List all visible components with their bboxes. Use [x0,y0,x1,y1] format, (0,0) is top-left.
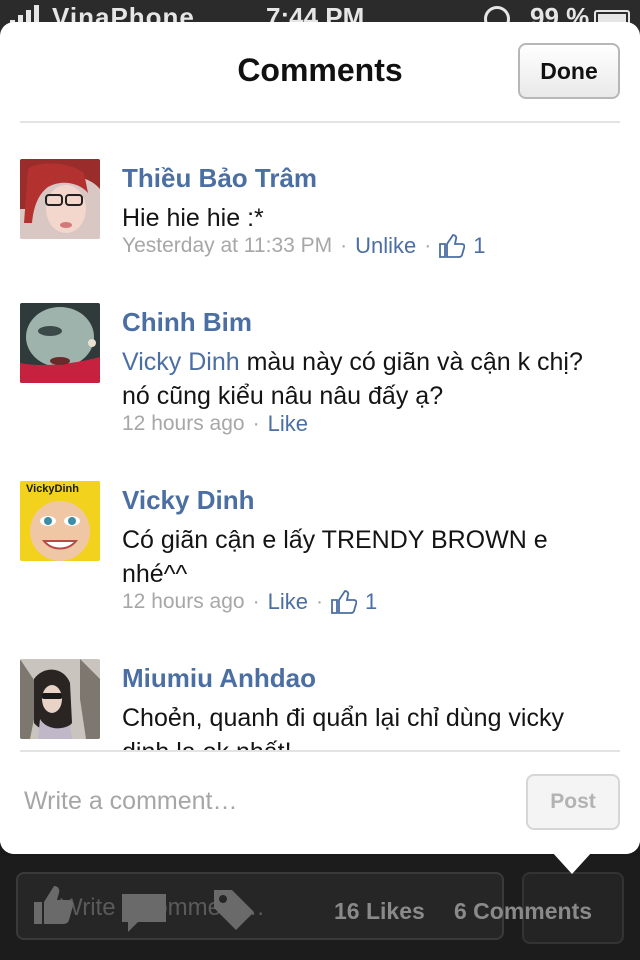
comment-text: Có giãn cận e lấy TRENDY BROWN e nhé^^ [122,523,612,591]
comment-time: 12 hours ago [122,590,245,613]
avatar[interactable] [20,159,100,239]
comment-text-content: Choẻn, quanh đi quẩn lại chỉ dùng vicky … [122,704,564,751]
comment-meta: Yesterday at 11:33 PM · Unlike · 1 [122,233,486,259]
comment-text-content: Có giãn cận e lấy TRENDY BROWN e nhé^^ [122,526,548,588]
likes-count[interactable]: 16 Likes [334,898,425,925]
comment-text: Choẻn, quanh đi quẩn lại chỉ dùng vicky … [122,701,612,751]
comment-author[interactable]: Vicky Dinh [122,485,254,516]
mention-link[interactable]: Vicky Dinh [122,348,240,376]
comment-text: Vicky Dinh màu này có giãn và cận k chị?… [122,345,612,413]
comments-count[interactable]: 6 Comments [454,898,592,925]
separator: · [252,590,260,613]
like-thumb-icon [331,590,358,614]
comment-item: Miumiu Anhdao Choẻn, quanh đi quẩn lại c… [0,659,640,751]
tag-icon[interactable] [210,886,256,937]
done-button[interactable]: Done [518,43,620,99]
comment-author[interactable]: Thiều Bảo Trâm [122,163,317,194]
like-count[interactable]: 1 [473,233,485,259]
avatar[interactable]: VickyDinh [20,481,100,561]
avatar[interactable] [20,303,100,383]
like-count[interactable]: 1 [365,589,377,615]
separator: · [340,234,348,257]
like-thumb-icon[interactable] [30,882,76,933]
comment-author[interactable]: Miumiu Anhdao [122,663,316,694]
comment-meta: 12 hours ago · Like [122,411,308,437]
post-button[interactable]: Post [526,774,620,830]
popup-header: Comments Done [0,22,640,122]
unlike-link[interactable]: Unlike [355,233,416,259]
comment-meta: 12 hours ago · Like · 1 [122,589,377,615]
separator: · [424,234,432,257]
like-link[interactable]: Like [268,589,308,615]
comment-author[interactable]: Chinh Bim [122,307,252,338]
popup-pointer [552,852,592,874]
comment-item: Chinh Bim Vicky Dinh màu này có giãn và … [0,303,640,473]
comment-item: VickyDinh Vicky Dinh Có giãn cận e lấy T… [0,481,640,651]
separator: · [315,590,323,613]
comment-time: 12 hours ago [122,412,245,435]
like-thumb-icon [439,234,466,258]
comment-item: Thiều Bảo Trâm Hie hie hie :* Yesterday … [0,159,640,289]
avatar-logo-text: VickyDinh [26,483,79,495]
bottom-toolbar: Write a comment… 16 Likes 6 Comments [0,856,640,960]
comment-text-content: Hie hie hie :* [122,204,264,232]
separator: · [252,412,260,435]
comment-bubble-icon[interactable] [120,892,168,939]
comment-time: Yesterday at 11:33 PM [122,234,333,257]
avatar[interactable] [20,659,100,739]
comment-list[interactable]: Thiều Bảo Trâm Hie hie hie :* Yesterday … [0,123,640,751]
like-link[interactable]: Like [268,411,308,437]
comments-popup: Comments Done Thiều Bảo Trâm Hie hie hie… [0,22,640,854]
comment-input[interactable] [24,776,504,826]
comment-composer: Post [0,752,640,854]
comment-text: Hie hie hie :* [122,201,612,235]
